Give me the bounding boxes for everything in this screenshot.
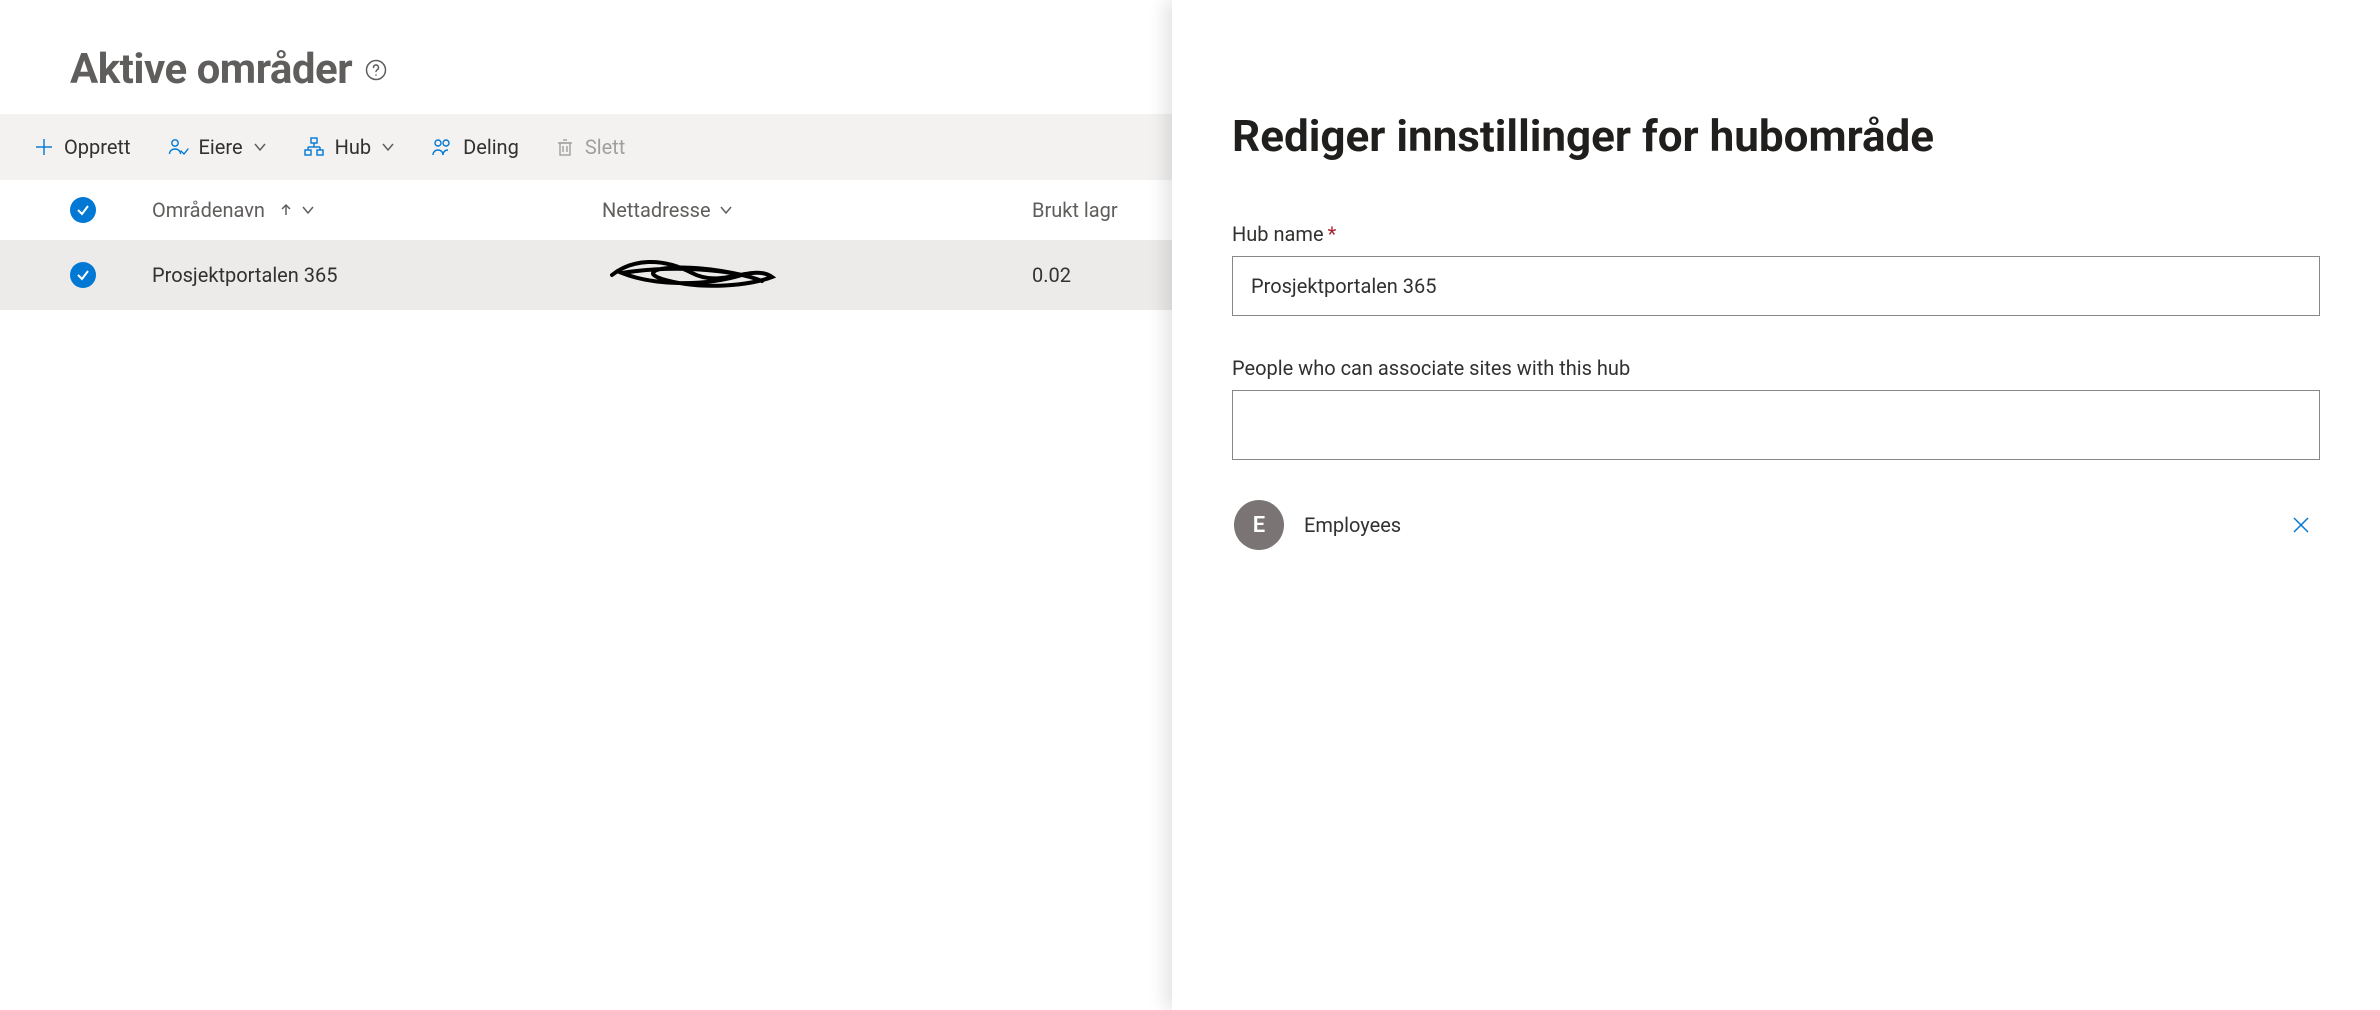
help-icon[interactable]: [364, 58, 388, 82]
table-header: Områdenavn Nettadresse Brukt lagr: [0, 180, 1172, 240]
people-label: People who can associate sites with this…: [1232, 356, 2320, 380]
row-storage: 0.02: [1032, 263, 1071, 287]
command-bar: Opprett Eiere: [0, 114, 1172, 180]
chevron-down-icon: [253, 140, 267, 154]
hub-button[interactable]: Hub: [299, 129, 400, 165]
avatar-initial: E: [1253, 513, 1265, 538]
chevron-down-icon: [301, 203, 315, 217]
hub-name-input[interactable]: [1232, 256, 2320, 316]
people-label-text: People who can associate sites with this…: [1232, 356, 1630, 380]
hub-icon: [303, 136, 325, 158]
people-picker-input[interactable]: [1232, 390, 2320, 460]
hub-name-label: Hub name *: [1232, 222, 2320, 246]
row-name: Prosjektportalen 365: [152, 263, 338, 287]
create-label: Opprett: [64, 135, 131, 159]
plus-icon: [34, 137, 54, 157]
main-content: Aktive områder Op: [0, 0, 1172, 1010]
column-header-name[interactable]: Områdenavn: [152, 198, 602, 222]
sort-ascending-icon: [279, 203, 293, 217]
panel-title: Rediger innstillinger for hubområde: [1232, 110, 2320, 162]
column-name-label: Områdenavn: [152, 198, 265, 222]
trash-icon: [555, 137, 575, 157]
column-storage-label: Brukt lagr: [1032, 198, 1118, 222]
sharing-button[interactable]: Deling: [427, 129, 523, 165]
person-name: Employees: [1304, 513, 2264, 537]
table-row[interactable]: Prosjektportalen 365 0.02: [0, 240, 1172, 310]
avatar: E: [1234, 500, 1284, 550]
delete-label: Slett: [585, 135, 625, 159]
person-chip: E Employees: [1232, 500, 2320, 550]
row-checkbox[interactable]: [70, 262, 96, 288]
hub-label: Hub: [335, 135, 372, 159]
remove-person-button[interactable]: [2284, 508, 2318, 542]
page-title: Aktive områder: [0, 0, 1172, 114]
sharing-label: Deling: [463, 135, 519, 159]
owners-button[interactable]: Eiere: [163, 129, 271, 165]
column-header-url[interactable]: Nettadresse: [602, 198, 1032, 222]
hub-name-label-text: Hub name: [1232, 222, 1324, 246]
owners-icon: [167, 136, 189, 158]
delete-button: Slett: [551, 129, 629, 165]
owners-label: Eiere: [199, 135, 243, 159]
row-url-redacted: [602, 255, 782, 295]
chevron-down-icon: [381, 140, 395, 154]
column-url-label: Nettadresse: [602, 198, 711, 222]
column-header-storage[interactable]: Brukt lagr: [1032, 198, 1172, 222]
select-all-checkbox[interactable]: [70, 197, 96, 223]
required-asterisk: *: [1328, 222, 1337, 246]
side-panel: Rediger innstillinger for hubområde Hub …: [1172, 0, 2380, 1010]
page-title-text: Aktive områder: [70, 45, 352, 94]
sharing-icon: [431, 136, 453, 158]
create-button[interactable]: Opprett: [30, 129, 135, 165]
chevron-down-icon: [719, 203, 733, 217]
